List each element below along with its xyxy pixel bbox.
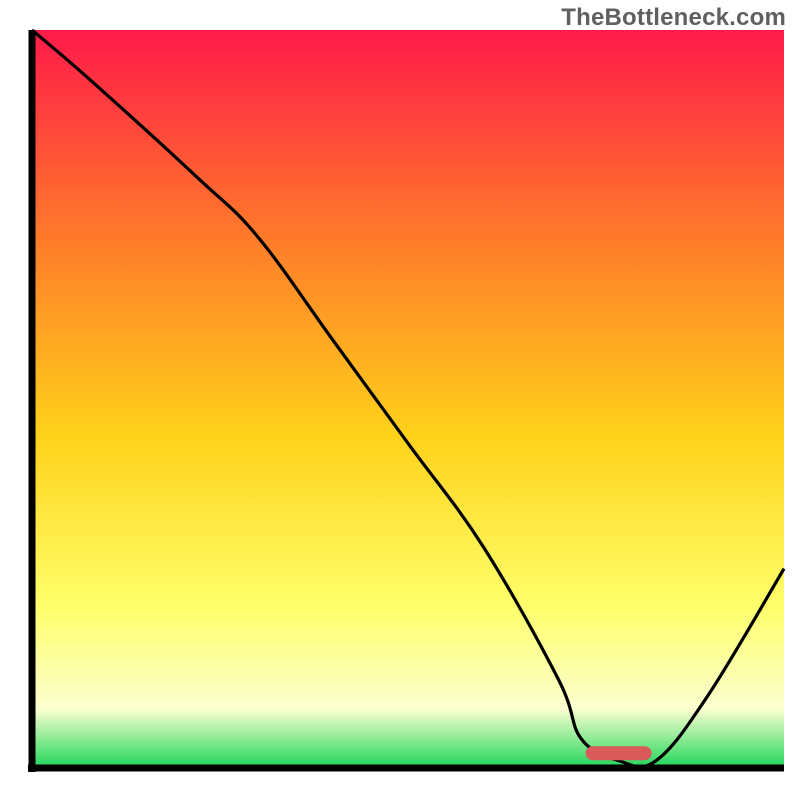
plot-area — [28, 30, 784, 772]
gradient-background — [32, 30, 784, 768]
chart-container: TheBottleneck.com — [0, 0, 800, 800]
bottleneck-chart — [0, 0, 800, 800]
optimal-marker — [586, 746, 652, 760]
